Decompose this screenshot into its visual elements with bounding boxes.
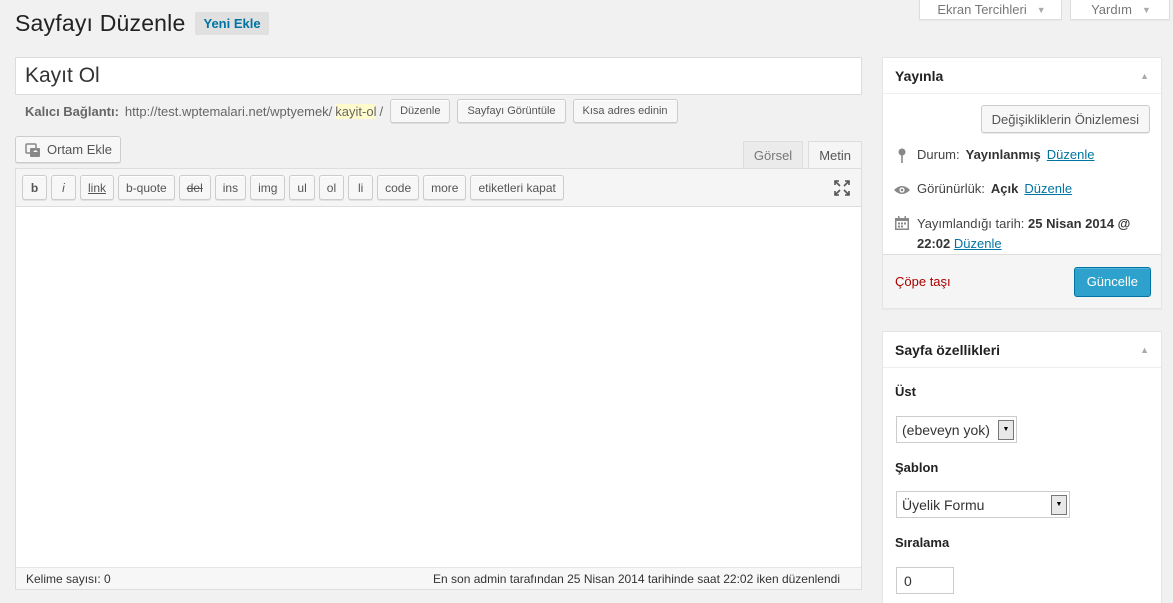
publish-box: Yayınla ▲ Değişikliklerin Önizlemesi Dur… — [882, 57, 1162, 309]
qt-ins-button[interactable]: ins — [214, 175, 247, 200]
parent-select[interactable]: (ebeveyn yok) ▼ — [896, 416, 1017, 443]
permalink-slug[interactable]: kayit-ol — [335, 103, 377, 119]
permalink-edit-button[interactable]: Düzenle — [390, 99, 451, 123]
help-tab[interactable]: Yardım ▼ — [1070, 0, 1170, 20]
permalink-label: Kalıcı Bağlantı: — [25, 103, 119, 119]
qt-img-button[interactable]: img — [250, 175, 286, 200]
visibility-label: Görünürlük: — [917, 181, 985, 196]
screen-options-label: Ekran Tercihleri — [937, 2, 1027, 17]
content-editor: b i link b-quote del ins img ul ol li co… — [15, 168, 862, 590]
publish-date-edit-link[interactable]: Düzenle — [954, 236, 1002, 251]
template-label: Şablon — [895, 460, 939, 475]
publish-date-label: Yayımlandığı tarih: — [917, 216, 1025, 231]
template-select[interactable]: Üyelik Formu ▼ — [896, 491, 1070, 518]
last-edit-info: En son admin tarafından 25 Nisan 2014 ta… — [433, 571, 840, 586]
publish-box-header[interactable]: Yayınla ▲ — [883, 58, 1161, 94]
post-title-input[interactable]: Kayıt Ol — [15, 57, 862, 95]
dropdown-arrow-icon: ▼ — [998, 419, 1014, 440]
dropdown-arrow-icon: ▼ — [1051, 494, 1067, 515]
fullscreen-icon[interactable] — [833, 179, 851, 197]
publish-date-row: Yayımlandığı tarih: 25 Nisan 2014 @ 22:0… — [893, 214, 1143, 254]
page-attributes-title: Sayfa özellikleri — [895, 341, 1001, 358]
caret-down-icon: ▼ — [1142, 4, 1151, 15]
publish-actions: Çöpe taşı Güncelle — [883, 254, 1161, 308]
calendar-icon — [893, 214, 911, 232]
qt-blockquote-button[interactable]: b-quote — [118, 175, 175, 200]
pin-icon — [893, 147, 911, 165]
qt-close-tags-button[interactable]: etiketleri kapat — [470, 175, 564, 200]
editor-status-bar: Kelime sayısı: 0 En son admin tarafından… — [16, 567, 861, 589]
tab-visual[interactable]: Görsel — [742, 141, 804, 169]
qt-code-button[interactable]: code — [377, 175, 420, 200]
qt-ul-button[interactable]: ul — [289, 175, 315, 200]
add-new-button[interactable]: Yeni Ekle — [195, 12, 269, 35]
update-button[interactable]: Güncelle — [1073, 266, 1151, 297]
qt-bold-button[interactable]: b — [22, 175, 47, 200]
page-attributes-box: Sayfa özellikleri ▲ Üst (ebeveyn yok) ▼ … — [882, 331, 1162, 603]
word-count: Kelime sayısı: 0 — [26, 571, 111, 586]
qt-italic-button[interactable]: i — [51, 175, 76, 200]
preview-changes-button[interactable]: Değişikliklerin Önizlemesi — [980, 105, 1150, 133]
template-select-value: Üyelik Formu — [902, 496, 985, 513]
add-media-button[interactable]: Ortam Ekle — [15, 136, 122, 163]
collapse-arrow-icon[interactable]: ▲ — [1140, 71, 1149, 81]
page-title: Sayfayı Düzenle — [15, 10, 186, 36]
page-attributes-header[interactable]: Sayfa özellikleri ▲ — [883, 332, 1161, 368]
publish-box-title: Yayınla — [895, 67, 944, 84]
post-status-row: Durum: Yayınlanmış Düzenle — [893, 147, 1094, 165]
parent-select-value: (ebeveyn yok) — [902, 421, 990, 438]
add-media-label: Ortam Ekle — [47, 142, 113, 157]
collapse-arrow-icon[interactable]: ▲ — [1140, 345, 1149, 355]
permalink-trailing: / — [379, 103, 384, 119]
visibility-edit-link[interactable]: Düzenle — [1024, 181, 1072, 196]
tab-text[interactable]: Metin — [808, 141, 862, 169]
qt-more-button[interactable]: more — [423, 175, 467, 200]
permalink-base-url: http://test.wptemalari.net/wptyemek/ — [124, 103, 333, 119]
visibility-value: Açık — [990, 181, 1019, 196]
menu-order-input[interactable]: 0 — [896, 567, 954, 594]
status-label: Durum: — [917, 147, 960, 162]
publish-date-text: Yayımlandığı tarih: 25 Nisan 2014 @ 22:0… — [917, 214, 1143, 254]
help-label: Yardım — [1091, 2, 1132, 17]
media-icon — [24, 141, 42, 159]
page-header: Sayfayı Düzenle Yeni Ekle — [15, 10, 269, 37]
get-shortlink-button[interactable]: Kısa adres edinin — [572, 99, 678, 123]
permalink-row: Kalıcı Bağlantı: http://test.wptemalari.… — [25, 99, 678, 123]
parent-label: Üst — [895, 384, 916, 399]
qt-li-button[interactable]: li — [348, 175, 374, 200]
qt-link-button[interactable]: link — [80, 175, 115, 200]
order-label: Sıralama — [895, 535, 950, 550]
move-to-trash-link[interactable]: Çöpe taşı — [895, 274, 951, 289]
screen-options-tab[interactable]: Ekran Tercihleri ▼ — [919, 0, 1062, 20]
content-textarea[interactable] — [16, 207, 861, 567]
view-page-button[interactable]: Sayfayı Görüntüle — [457, 99, 566, 123]
visibility-row: Görünürlük: Açık Düzenle — [893, 181, 1072, 199]
eye-icon — [893, 181, 911, 199]
quicktags-toolbar: b i link b-quote del ins img ul ol li co… — [16, 169, 861, 207]
screen-meta-tabs: Ekran Tercihleri ▼ Yardım ▼ — [919, 0, 1173, 20]
status-edit-link[interactable]: Düzenle — [1047, 147, 1095, 162]
editor-mode-tabs: Görsel Metin — [742, 141, 862, 169]
qt-ol-button[interactable]: ol — [318, 175, 345, 200]
qt-del-button[interactable]: del — [178, 175, 211, 200]
status-value: Yayınlanmış — [965, 147, 1041, 162]
caret-down-icon: ▼ — [1036, 4, 1046, 15]
